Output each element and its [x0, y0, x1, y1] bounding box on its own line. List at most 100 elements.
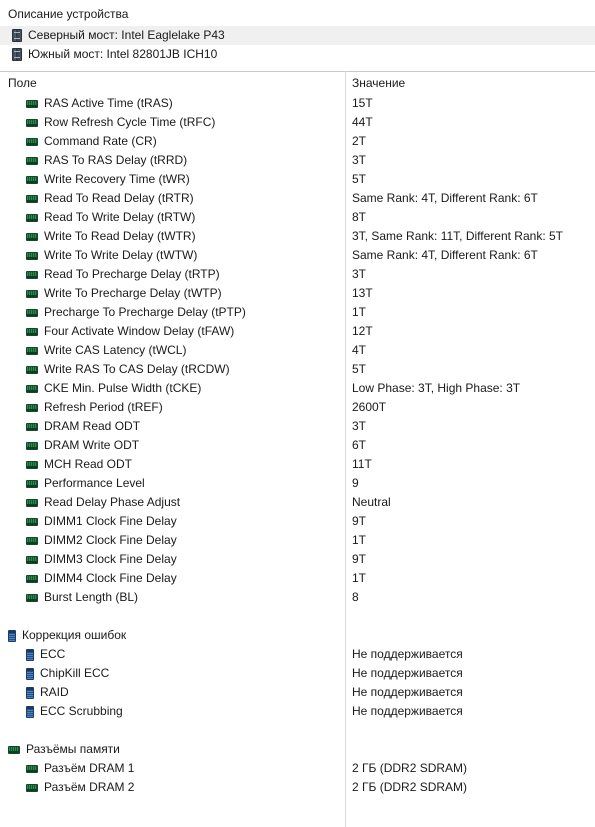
- cell-value: 2600T: [352, 400, 387, 414]
- dram-icon: [26, 99, 38, 108]
- dram-icon: [26, 517, 38, 526]
- device-row-label: Северный мост: Intel Eaglelake P43: [28, 28, 225, 42]
- table-row[interactable]: Four Activate Window Delay (tFAW) 12T: [0, 322, 595, 341]
- cell-value: 9T: [352, 514, 367, 528]
- table-row[interactable]: Разъём DRAM 2 2 ГБ (DDR2 SDRAM): [0, 778, 595, 797]
- dram-icon: [26, 536, 38, 545]
- cell-value: Same Rank: 4T, Different Rank: 6T: [352, 191, 538, 205]
- table-group-row[interactable]: Коррекция ошибок: [0, 626, 595, 645]
- cell-field: Read To Precharge Delay (tRTP): [0, 265, 345, 284]
- table-row[interactable]: Write To Precharge Delay (tWTP) 13T: [0, 284, 595, 303]
- cell-field: DIMM4 Clock Fine Delay: [0, 569, 345, 588]
- cell-value: 8: [352, 590, 359, 604]
- cell-field: ChipKill ECC: [0, 664, 345, 683]
- table-row[interactable]: Read To Read Delay (tRTR) Same Rank: 4T, …: [0, 189, 595, 208]
- field-label: Read To Write Delay (tRTW): [44, 210, 196, 224]
- cell-field: Write To Precharge Delay (tWTP): [0, 284, 345, 303]
- dram-icon: [26, 232, 38, 241]
- cell-field: Burst Length (BL): [0, 588, 345, 607]
- table-row[interactable]: DIMM2 Clock Fine Delay 1T: [0, 531, 595, 550]
- table-row[interactable]: Разъём DRAM 1 2 ГБ (DDR2 SDRAM): [0, 759, 595, 778]
- dram-icon: [26, 137, 38, 146]
- chipset-icon: [12, 29, 22, 42]
- table-row[interactable]: DIMM3 Clock Fine Delay 9T: [0, 550, 595, 569]
- field-label: ECC: [40, 647, 66, 661]
- field-label: Precharge To Precharge Delay (tPTP): [44, 305, 246, 319]
- table-row[interactable]: CKE Min. Pulse Width (tCKE) Low Phase: 3T…: [0, 379, 595, 398]
- table-row[interactable]: ECC Scrubbing Не поддерживается: [0, 702, 595, 721]
- field-label: Write To Precharge Delay (tWTP): [44, 286, 222, 300]
- column-header-value[interactable]: Значение: [345, 76, 405, 90]
- field-label: Refresh Period (tREF): [44, 400, 163, 414]
- dram-icon: [26, 194, 38, 203]
- table-section-spacer: [0, 607, 595, 626]
- device-row[interactable]: Северный мост: Intel Eaglelake P43: [0, 26, 595, 45]
- table-row[interactable]: DIMM4 Clock Fine Delay 1T: [0, 569, 595, 588]
- dram-icon: [26, 384, 38, 393]
- dram-icon: [26, 783, 38, 792]
- table-group-row[interactable]: Разъёмы памяти: [0, 740, 595, 759]
- table-row[interactable]: Command Rate (CR) 2T: [0, 132, 595, 151]
- field-label: Write Recovery Time (tWR): [44, 172, 190, 186]
- field-label: Разъём DRAM 1: [44, 761, 135, 775]
- device-row[interactable]: Южный мост: Intel 82801JB ICH10: [0, 45, 595, 64]
- table-row[interactable]: DIMM1 Clock Fine Delay 9T: [0, 512, 595, 531]
- table-row[interactable]: Read To Precharge Delay (tRTP) 3T: [0, 265, 595, 284]
- field-label: DIMM2 Clock Fine Delay: [44, 533, 177, 547]
- field-label: Command Rate (CR): [44, 134, 157, 148]
- table-row[interactable]: RAS Active Time (tRAS) 15T: [0, 94, 595, 113]
- dram-icon: [26, 764, 38, 773]
- table-row[interactable]: DRAM Read ODT 3T: [0, 417, 595, 436]
- table-row[interactable]: MCH Read ODT 11T: [0, 455, 595, 474]
- dram-icon: [26, 498, 38, 507]
- dram-icon: [26, 479, 38, 488]
- table-row[interactable]: ECC Не поддерживается: [0, 645, 595, 664]
- field-label: MCH Read ODT: [44, 457, 133, 471]
- cell-field: Разъём DRAM 1: [0, 759, 345, 778]
- cell-field: DIMM1 Clock Fine Delay: [0, 512, 345, 531]
- table-row[interactable]: ChipKill ECC Не поддерживается: [0, 664, 595, 683]
- table-row[interactable]: Write To Read Delay (tWTR) 3T, Same Rank:…: [0, 227, 595, 246]
- cell-field: RAS Active Time (tRAS): [0, 94, 345, 113]
- table-row[interactable]: Write Recovery Time (tWR) 5T: [0, 170, 595, 189]
- table-row[interactable]: Write To Write Delay (tWTW) Same Rank: 4T…: [0, 246, 595, 265]
- table-row[interactable]: Performance Level 9: [0, 474, 595, 493]
- cell-value: 9: [352, 476, 359, 490]
- field-label: Разъём DRAM 2: [44, 780, 135, 794]
- table-row[interactable]: RAS To RAS Delay (tRRD) 3T: [0, 151, 595, 170]
- field-label: DRAM Read ODT: [44, 419, 141, 433]
- cell-value: 3T: [352, 419, 367, 433]
- cell-field: Row Refresh Cycle Time (tRFC): [0, 113, 345, 132]
- table-row[interactable]: Write CAS Latency (tWCL) 4T: [0, 341, 595, 360]
- cell-field: Write CAS Latency (tWCL): [0, 341, 345, 360]
- cell-value: Не поддерживается: [352, 666, 463, 680]
- cell-field: Read To Read Delay (tRTR): [0, 189, 345, 208]
- table-row[interactable]: Burst Length (BL) 8: [0, 588, 595, 607]
- cell-field: CKE Min. Pulse Width (tCKE): [0, 379, 345, 398]
- blue-module-icon: [26, 648, 34, 661]
- column-header-field[interactable]: Поле: [0, 76, 345, 90]
- dram-icon: [26, 251, 38, 260]
- table-row[interactable]: Read To Write Delay (tRTW) 8T: [0, 208, 595, 227]
- field-label: Performance Level: [44, 476, 145, 490]
- table-row[interactable]: Row Refresh Cycle Time (tRFC) 44T: [0, 113, 595, 132]
- cell-field: ECC: [0, 645, 345, 664]
- cell-field: DIMM2 Clock Fine Delay: [0, 531, 345, 550]
- dram-icon: [26, 118, 38, 127]
- field-label: DIMM1 Clock Fine Delay: [44, 514, 177, 528]
- table-row[interactable]: RAID Не поддерживается: [0, 683, 595, 702]
- field-label: RAS To RAS Delay (tRRD): [44, 153, 188, 167]
- field-label: DIMM3 Clock Fine Delay: [44, 552, 177, 566]
- table-row[interactable]: Read Delay Phase Adjust Neutral: [0, 493, 595, 512]
- table-row[interactable]: Write RAS To CAS Delay (tRCDW) 5T: [0, 360, 595, 379]
- table-row[interactable]: Refresh Period (tREF) 2600T: [0, 398, 595, 417]
- table-row[interactable]: Precharge To Precharge Delay (tPTP) 1T: [0, 303, 595, 322]
- device-list: Северный мост: Intel Eaglelake P43 Южный …: [0, 26, 595, 64]
- table-row[interactable]: DRAM Write ODT 6T: [0, 436, 595, 455]
- cell-value: 1T: [352, 305, 367, 319]
- cell-field: DRAM Read ODT: [0, 417, 345, 436]
- field-label: ECC Scrubbing: [40, 704, 123, 718]
- cell-value: 1T: [352, 571, 367, 585]
- field-label: Разъёмы памяти: [26, 742, 120, 756]
- dram-icon: [26, 403, 38, 412]
